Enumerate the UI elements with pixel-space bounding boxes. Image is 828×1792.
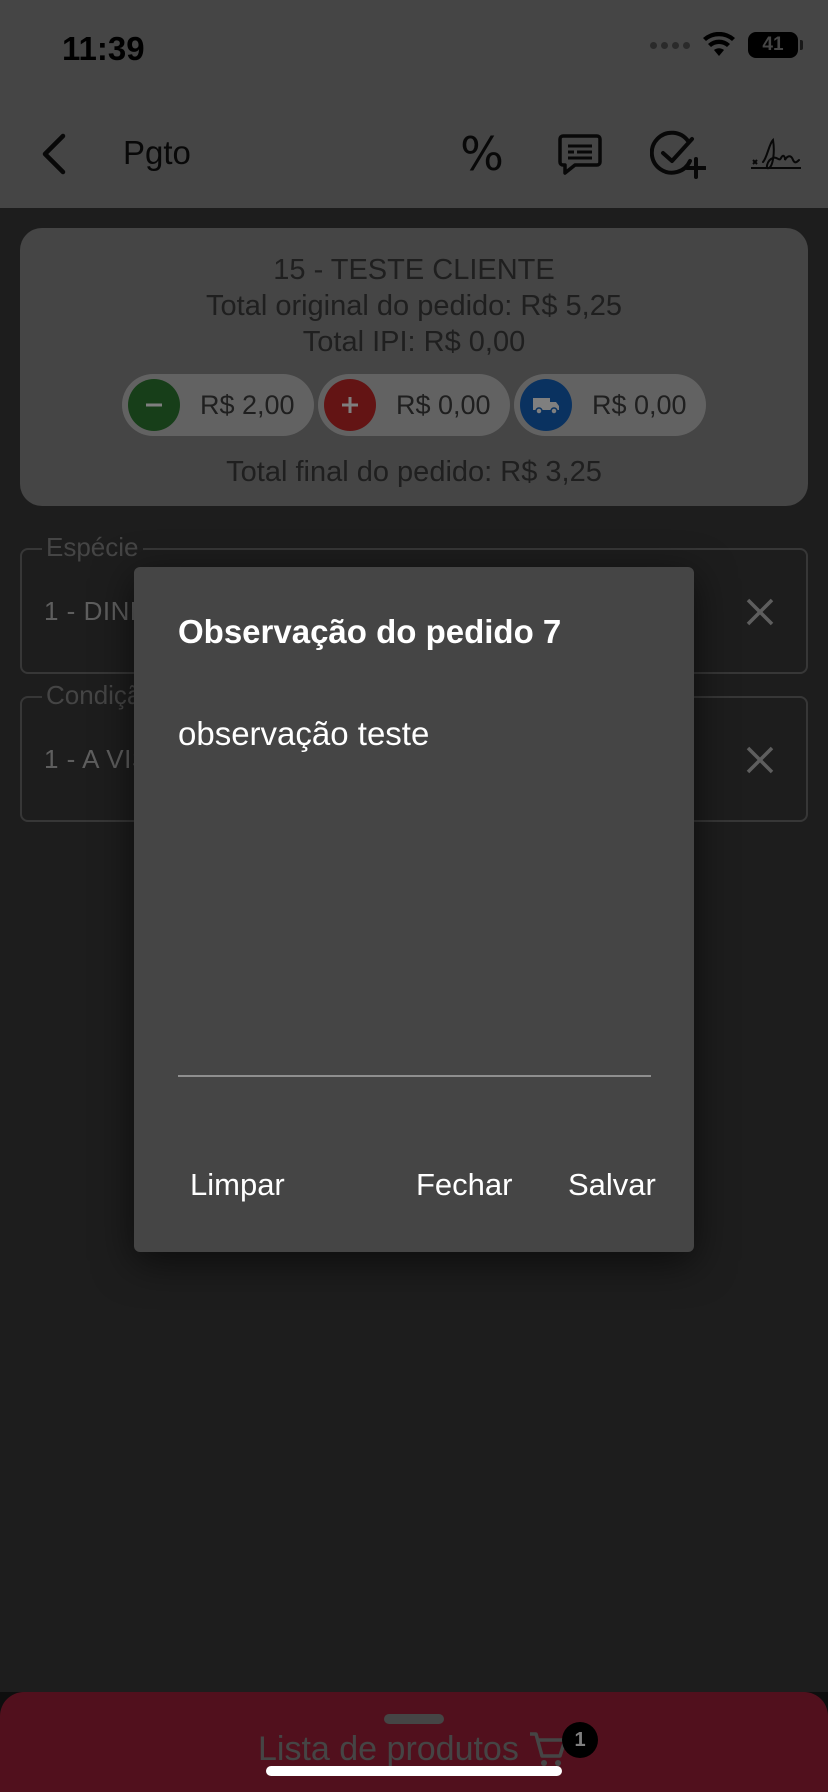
input-underline [178, 1075, 651, 1077]
close-button[interactable]: Fechar [416, 1167, 512, 1203]
observation-dialog: Observação do pedido 7 observação teste … [134, 567, 694, 1252]
clear-button[interactable]: Limpar [190, 1167, 285, 1203]
observation-input[interactable]: observação teste [178, 715, 429, 753]
home-indicator[interactable] [266, 1766, 562, 1776]
dialog-title: Observação do pedido 7 [178, 613, 562, 650]
save-button[interactable]: Salvar [568, 1167, 656, 1203]
